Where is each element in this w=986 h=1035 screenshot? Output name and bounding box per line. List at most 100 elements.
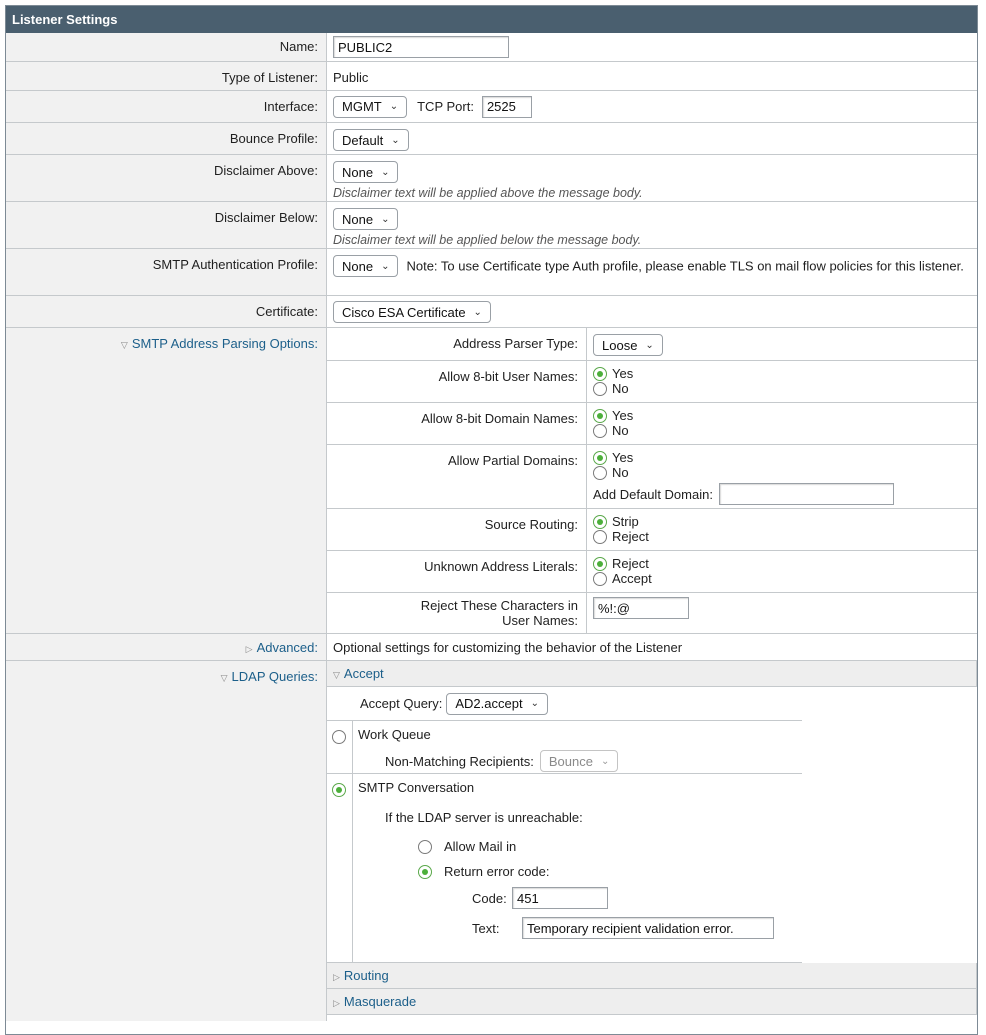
domain-names-no-label: No [612, 423, 629, 438]
disclaimer-above-hint: Disclaimer text will be applied above th… [333, 186, 643, 200]
smtp-auth-select[interactable]: None ⌄ [333, 255, 399, 277]
parsing-options-label[interactable]: SMTP Address Parsing Options: [132, 336, 318, 351]
triangle-down-icon: ▽ [120, 340, 128, 350]
chevron-down-icon: ⌄ [389, 101, 399, 112]
allow-mail-radio[interactable] [418, 839, 432, 854]
name-input[interactable] [333, 36, 509, 58]
accept-query-select[interactable]: AD2.accept ⌄ [446, 692, 548, 715]
chevron-down-icon: ⌄ [473, 306, 482, 318]
certificate-select[interactable]: Cisco ESA Certificate ⌄ [333, 301, 491, 323]
user-names-yes-radio[interactable] [593, 366, 607, 381]
chevron-down-icon: ⌄ [645, 339, 654, 351]
chevron-down-icon: ⌄ [600, 755, 610, 767]
disclaimer-below-select[interactable]: None ⌄ [333, 208, 399, 230]
return-error-label: Return error code: [444, 864, 550, 879]
smtp-auth-label: SMTP Authentication Profile: [6, 249, 327, 295]
code-label: Code: [472, 890, 507, 906]
source-routing-label: Source Routing: [327, 509, 587, 550]
parsing-options-toggle[interactable]: ▽ SMTP Address Parsing Options: [6, 328, 327, 633]
routing-section-label[interactable]: Routing [344, 968, 389, 983]
user-names-no-radio[interactable] [593, 381, 607, 396]
return-error-radio[interactable] [418, 864, 432, 879]
tcp-port-input[interactable] [481, 95, 532, 118]
default-domain-label: Add Default Domain: [593, 486, 713, 502]
row-parsing-options: ▽ SMTP Address Parsing Options: Address P… [6, 328, 977, 634]
chevron-down-icon: ⌄ [381, 260, 390, 272]
listener-settings-panel: Listener Settings Name: Type of Listener… [5, 5, 978, 1035]
chevron-down-icon: ⌄ [381, 166, 390, 178]
domain-names-yes-label: Yes [612, 408, 634, 423]
accept-section-label[interactable]: Accept [344, 666, 384, 681]
triangle-down-icon: ▽ [220, 673, 228, 683]
default-domain-input[interactable] [718, 483, 894, 505]
parser-type-select[interactable]: Loose ⌄ [593, 334, 663, 356]
disclaimer-above-select[interactable]: None ⌄ [333, 161, 399, 183]
disclaimer-below-hint: Disclaimer text will be applied below th… [333, 233, 642, 247]
unreachable-label: If the LDAP server is unreachable: [385, 810, 583, 825]
accept-query-selected: AD2.accept [455, 696, 523, 711]
ldap-queries-toggle[interactable]: ▽ LDAP Queries: [6, 661, 327, 1021]
ldap-queries-label[interactable]: LDAP Queries: [232, 669, 318, 684]
domain-names-yes-radio[interactable] [593, 408, 607, 423]
disclaimer-below-selected: None [342, 211, 374, 227]
partial-domains-no-radio[interactable] [593, 465, 607, 480]
interface-select[interactable]: MGMT ⌄ [333, 95, 408, 118]
masquerade-section-toggle[interactable]: ▷ Masquerade [327, 989, 977, 1015]
domain-names-no-radio[interactable] [593, 423, 607, 438]
smtp-conversation-radio[interactable] [332, 782, 346, 797]
work-queue-radio[interactable] [332, 729, 346, 744]
routing-section-toggle[interactable]: ▷ Routing [327, 963, 977, 989]
source-routing-strip-radio[interactable] [593, 514, 607, 529]
chevron-down-icon: ⌄ [530, 698, 539, 709]
unknown-literals-accept-label: Accept [612, 571, 652, 586]
parser-type-label: Address Parser Type: [327, 328, 587, 360]
bounce-label: Bounce Profile: [6, 123, 327, 154]
reject-chars-input[interactable] [593, 597, 689, 619]
row-ldap-queries: ▽ LDAP Queries: ▽ Accept Accept Query: AD2… [6, 661, 977, 1021]
unknown-literals-label: Unknown Address Literals: [327, 551, 587, 592]
row-advanced: ▷ Advanced: Optional settings for customi… [6, 634, 977, 661]
code-input[interactable] [512, 887, 608, 909]
text-input[interactable] [522, 917, 774, 939]
partial-domains-yes-radio[interactable] [593, 450, 607, 465]
unknown-literals-row: Unknown Address Literals: Reject Accept [327, 551, 977, 593]
type-label: Type of Listener: [6, 62, 327, 90]
smtp-auth-note: Note: To use Certificate type Auth profi… [406, 258, 964, 274]
advanced-label[interactable]: Advanced: [257, 640, 318, 655]
row-type: Type of Listener: Public [6, 62, 977, 91]
reject-chars-row: Reject These Characters in User Names: [327, 593, 977, 633]
text-label: Text: [472, 920, 500, 936]
masquerade-section-label[interactable]: Masquerade [344, 994, 416, 1009]
row-certificate: Certificate: Cisco ESA Certificate ⌄ [6, 296, 977, 328]
partial-domains-no-label: No [612, 465, 629, 480]
row-smtp-auth: SMTP Authentication Profile: None ⌄ Note: … [6, 249, 977, 296]
chevron-down-icon: ⌄ [391, 134, 400, 146]
work-queue-label: Work Queue [358, 727, 431, 742]
smtp-conversation-block: SMTP Conversation If the LDAP server is … [327, 774, 802, 963]
advanced-description: Optional settings for customizing the be… [333, 640, 683, 655]
unknown-literals-accept-radio[interactable] [593, 571, 607, 586]
partial-domains-row: Allow Partial Domains: Yes No Add Defaul… [327, 445, 977, 509]
unknown-literals-reject-radio[interactable] [593, 556, 607, 571]
triangle-right-icon: ▷ [333, 972, 340, 982]
tcp-port-label: TCP Port: [417, 99, 474, 114]
type-value: Public [333, 70, 369, 85]
user-names-label: Allow 8-bit User Names: [327, 361, 587, 402]
user-names-yes-label: Yes [612, 366, 634, 381]
partial-domains-label: Allow Partial Domains: [327, 445, 587, 508]
accept-query-row: Accept Query: AD2.accept ⌄ [327, 687, 802, 721]
source-routing-row: Source Routing: Strip Reject [327, 509, 977, 551]
non-matching-select[interactable]: Bounce ⌄ [539, 750, 619, 772]
advanced-toggle[interactable]: ▷ Advanced: [6, 634, 327, 660]
certificate-label: Certificate: [6, 296, 327, 327]
row-name: Name: [6, 33, 977, 62]
triangle-right-icon: ▷ [333, 998, 340, 1008]
bounce-select[interactable]: Default ⌄ [333, 129, 409, 151]
domain-names-label: Allow 8-bit Domain Names: [327, 403, 587, 444]
interface-label: Interface: [6, 91, 327, 122]
source-routing-strip-label: Strip [612, 514, 639, 529]
accept-section-toggle[interactable]: ▽ Accept [327, 661, 977, 687]
non-matching-selected: Bounce [548, 753, 593, 769]
source-routing-reject-radio[interactable] [593, 529, 607, 544]
row-interface: Interface: MGMT ⌄ TCP Port: [6, 91, 977, 123]
